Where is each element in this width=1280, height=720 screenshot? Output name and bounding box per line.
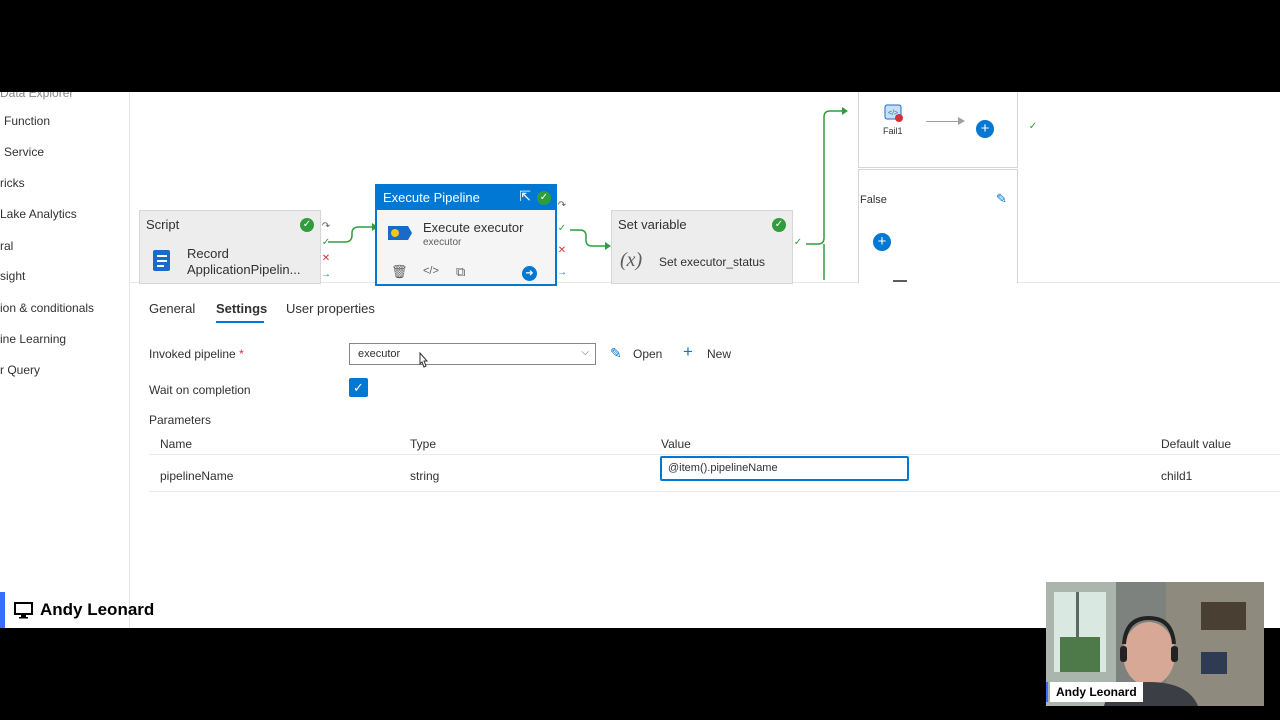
sidebar-item-hdinsight[interactable]: sight: [0, 269, 25, 283]
column-header-value: Value: [661, 437, 691, 451]
edit-pencil-icon[interactable]: ✎: [996, 191, 1007, 207]
add-activity-button[interactable]: +: [976, 120, 994, 138]
execute-pipeline-icon: [388, 226, 412, 240]
table-divider: [149, 491, 1280, 492]
wait-on-completion-checkbox[interactable]: ✓: [349, 378, 368, 397]
set-variable-header: Set variable: [618, 217, 687, 232]
delete-icon[interactable]: 🗑: [391, 264, 408, 280]
script-icon: [153, 250, 170, 271]
add-activity-button[interactable]: +: [873, 233, 891, 251]
column-header-default-value: Default value: [1161, 437, 1232, 451]
wait-on-completion-label: Wait on completion: [149, 383, 251, 397]
monitor-icon: [14, 602, 33, 619]
invoked-pipeline-label-text: Invoked pipeline: [149, 347, 236, 361]
false-branch-box[interactable]: False ✎ +: [858, 169, 1018, 283]
fail-activity-icon: </>: [884, 104, 903, 122]
webcam-video: Andy Leonard: [1046, 582, 1264, 706]
completion-port-icon[interactable]: →: [557, 267, 567, 278]
failure-port-icon[interactable]: ✕: [321, 253, 331, 264]
invoked-pipeline-label: Invoked pipeline *: [149, 347, 244, 361]
plus-icon[interactable]: +: [683, 342, 693, 362]
execute-pipeline-subtitle: executor: [423, 237, 462, 248]
sidebar-item-service[interactable]: Service: [4, 145, 44, 159]
parameter-value-input[interactable]: @item().pipelineName: [660, 456, 909, 481]
copy-icon[interactable]: ⧉: [456, 264, 465, 280]
success-port-icon[interactable]: ✓: [321, 237, 331, 248]
invoked-pipeline-value: executor: [358, 348, 401, 360]
pencil-icon[interactable]: ✎: [610, 345, 622, 362]
properties-panel: General Settings User properties Invoked…: [130, 282, 1280, 628]
variable-icon: (x): [620, 249, 643, 271]
tab-user-properties[interactable]: User properties: [286, 301, 375, 316]
mouse-cursor-icon: [419, 352, 429, 368]
sidebar-item-function[interactable]: Function: [4, 114, 50, 128]
parameter-type-cell: string: [410, 469, 440, 483]
skip-port-icon[interactable]: ↷: [557, 200, 567, 211]
column-header-type: Type: [410, 437, 437, 451]
fail-activity-label[interactable]: Fail1: [883, 126, 903, 136]
parameter-name-cell: pipelineName: [160, 469, 234, 483]
set-variable-name: Set executor_status: [659, 255, 766, 269]
script-activity[interactable]: Script ✓ Record ApplicationPipelin...: [139, 210, 321, 284]
set-variable-activity[interactable]: Set variable ✓ (x) Set executor_status: [611, 210, 793, 284]
required-marker: *: [239, 347, 244, 361]
arrow-right-icon[interactable]: ➜: [522, 266, 537, 281]
table-divider: [149, 454, 1280, 455]
presenter-tag: Andy Leonard: [6, 596, 154, 624]
success-check-icon: ✓: [537, 191, 551, 205]
code-icon[interactable]: </>: [423, 265, 439, 277]
success-check-icon: ✓: [300, 218, 314, 232]
presenter-name: Andy Leonard: [40, 600, 155, 619]
sidebar-item-data-explorer[interactable]: Data Explorer: [0, 92, 73, 100]
new-pipeline-button[interactable]: New: [707, 347, 731, 361]
branch-arrow-head: [958, 117, 965, 125]
failure-port-icon[interactable]: ✕: [557, 245, 567, 256]
skip-port-icon[interactable]: ↷: [321, 221, 331, 232]
open-external-icon[interactable]: ⇱: [519, 188, 531, 205]
webcam-accent-bar: [1046, 682, 1048, 702]
tab-settings[interactable]: Settings: [216, 301, 267, 316]
webcam-name-label: Andy Leonard: [1050, 682, 1143, 702]
sidebar-item-power-query[interactable]: r Query: [0, 363, 40, 377]
execute-pipeline-name: Execute executor: [423, 220, 524, 235]
success-port-icon[interactable]: ✓: [793, 237, 803, 248]
true-branch-box[interactable]: </> Fail1 +: [858, 92, 1018, 168]
success-port-icon[interactable]: ✓: [1028, 121, 1038, 132]
adf-window: Data Explorer Function Service ricks Lak…: [0, 92, 1280, 628]
sidebar-item-machine-learning[interactable]: ine Learning: [0, 332, 66, 346]
sidebar-item-databricks[interactable]: ricks: [0, 176, 25, 190]
tab-general[interactable]: General: [149, 301, 195, 316]
script-activity-header: Script: [146, 217, 180, 232]
presenter-accent-bar: [0, 592, 5, 628]
chevron-down-icon: ⌵: [581, 347, 589, 358]
parameter-value-text: @item().pipelineName: [668, 462, 778, 474]
execute-pipeline-activity[interactable]: Execute Pipeline ⇱ ✓ Execute executor ex…: [375, 184, 557, 286]
invoked-pipeline-dropdown[interactable]: executor ⌵: [349, 343, 596, 365]
parameter-default-cell: child1: [1161, 469, 1193, 483]
parameters-heading: Parameters: [149, 413, 212, 427]
open-pipeline-button[interactable]: Open: [633, 347, 662, 361]
success-check-icon: ✓: [772, 218, 786, 232]
sidebar-item-data-lake-analytics[interactable]: Lake Analytics: [0, 207, 77, 221]
completion-port-icon[interactable]: →: [321, 269, 331, 280]
success-port-icon[interactable]: ✓: [557, 223, 567, 234]
activities-sidebar: Data Explorer Function Service ricks Lak…: [0, 92, 130, 628]
sidebar-item-iteration-conditionals[interactable]: ion & conditionals: [0, 301, 94, 315]
tab-active-indicator: [216, 321, 264, 323]
sidebar-item-general[interactable]: ral: [0, 239, 13, 253]
branch-arrow: [926, 121, 960, 122]
false-branch-label: False: [860, 194, 887, 206]
column-header-name: Name: [160, 437, 193, 451]
script-activity-name-line1: Record: [187, 246, 229, 261]
script-activity-name-line2: ApplicationPipelin...: [187, 262, 301, 277]
pipeline-canvas[interactable]: Script ✓ Record ApplicationPipelin... ↷ …: [130, 92, 1280, 286]
